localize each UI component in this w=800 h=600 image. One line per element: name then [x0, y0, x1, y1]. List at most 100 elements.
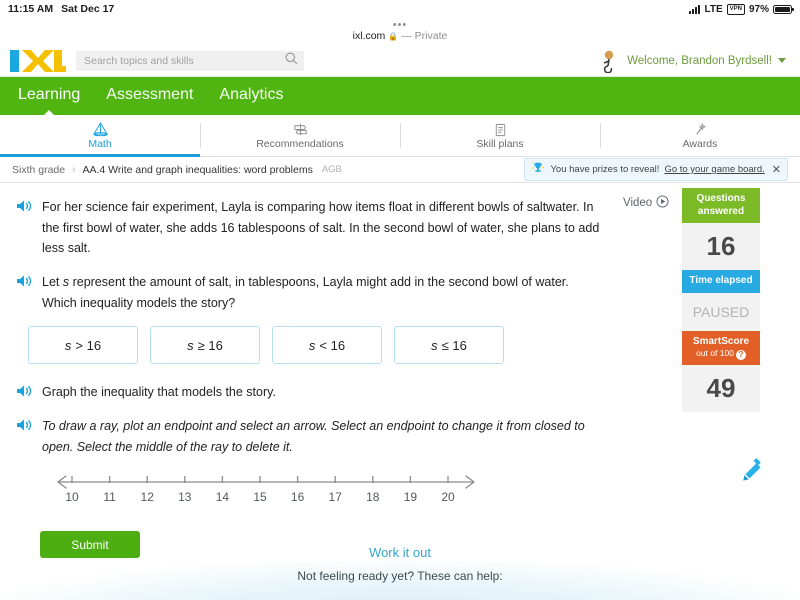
number-line-tick-label: 17 — [329, 490, 343, 504]
graph-prompt-row: Graph the inequality that models the sto… — [16, 382, 602, 403]
award-sparkle-icon — [693, 121, 708, 137]
pencil-icon[interactable] — [740, 458, 766, 489]
time-elapsed-header: Time elapsed — [682, 270, 760, 293]
choice-2-var: s — [187, 337, 194, 353]
answer-choice-1[interactable]: s > 16 — [28, 326, 138, 365]
tab-math-label: Math — [88, 138, 112, 150]
nav-item-learning[interactable]: Learning — [18, 86, 80, 106]
speaker-icon[interactable] — [16, 416, 33, 457]
smartscore-subtitle: out of 100? — [684, 348, 758, 360]
private-label: — Private — [401, 30, 448, 42]
score-rail: Video Questions answered 16 Time elapsed… — [618, 183, 800, 481]
play-circle-icon[interactable] — [656, 195, 669, 211]
nav-item-analytics[interactable]: Analytics — [219, 86, 283, 106]
video-link[interactable]: Video — [623, 195, 669, 211]
number-line-tick-label: 14 — [216, 490, 230, 504]
choice-1-var: s — [64, 337, 72, 353]
ray-instructions-text: To draw a ray, plot an endpoint and sele… — [42, 419, 585, 454]
prize-banner: You have prizes to reveal! Go to your ga… — [524, 158, 788, 181]
main-content: For her science fair experiment, Layla i… — [0, 183, 800, 559]
search-input[interactable] — [76, 50, 304, 71]
search-icon[interactable] — [285, 52, 298, 70]
welcome-label: Welcome, Brandon Byrdsell! — [627, 54, 772, 67]
smartscore-header: SmartScore out of 100? — [682, 330, 760, 365]
tab-recommendations-label: Recommendations — [256, 138, 344, 150]
battery-icon — [773, 4, 794, 14]
status-time: 11:15 AM — [8, 3, 54, 15]
work-it-out-section: Work it out Not feeling ready yet? These… — [0, 538, 800, 600]
user-menu[interactable]: Welcome, Brandon Byrdsell! — [597, 49, 790, 74]
choice-1-value: 16 — [86, 337, 102, 353]
signpost-icon — [293, 121, 308, 137]
vpn-badge-icon: VPN — [726, 3, 745, 15]
game-board-link[interactable]: Go to your game board. — [664, 164, 764, 175]
speaker-icon[interactable] — [16, 197, 33, 259]
number-line-tick-label: 11 — [103, 490, 116, 504]
signal-bars-icon — [689, 4, 701, 14]
url-domain: ixl.com — [352, 30, 386, 42]
work-it-out-subheading: Not feeling ready yet? These can help: — [297, 569, 503, 583]
trophy-icon — [531, 161, 545, 178]
choice-4-value: 16 — [452, 337, 467, 353]
choice-3-var: s — [308, 337, 316, 353]
nav-item-assessment[interactable]: Assessment — [106, 86, 193, 106]
status-date: Sat Dec 17 — [61, 3, 115, 15]
q2-pre: Let — [42, 274, 63, 289]
search-box[interactable] — [76, 50, 304, 71]
answer-choice-2[interactable]: s ≥ 16 — [150, 326, 260, 365]
tab-skill-plans[interactable]: Skill plans — [400, 115, 600, 156]
primary-nav: Learning Assessment Analytics — [0, 77, 800, 115]
tab-awards[interactable]: Awards — [600, 115, 800, 156]
tab-dots-indicator: ••• — [392, 19, 408, 31]
battery-percent: 97% — [748, 3, 769, 15]
work-it-out-heading: Work it out — [369, 545, 431, 560]
smartscore-subtitle-text: out of 100 — [696, 348, 734, 358]
tab-math[interactable]: Math — [0, 115, 200, 157]
tab-recommendations[interactable]: Recommendations — [200, 115, 400, 156]
avatar — [597, 49, 621, 74]
number-line-tick-label: 10 — [65, 490, 79, 504]
lock-icon: 🔒 — [388, 31, 399, 41]
choice-2-value: 16 — [208, 337, 223, 353]
speaker-icon[interactable] — [16, 382, 33, 403]
questions-answered-value: 16 — [682, 223, 760, 270]
choice-3-op: < — [319, 337, 327, 353]
close-icon[interactable]: ✕ — [772, 163, 781, 176]
choice-3-value: 16 — [330, 337, 346, 353]
question-text-2: Let s represent the amount of salt, in t… — [42, 272, 602, 313]
prize-banner-text: You have prizes to reveal! — [550, 164, 660, 175]
breadcrumb-skill: AA.4 Write and graph inequalities: word … — [82, 163, 313, 176]
breadcrumb-skill-code: AGB — [321, 164, 342, 175]
site-header: Welcome, Brandon Byrdsell! — [0, 45, 800, 77]
number-line-tick-label: 19 — [404, 490, 418, 504]
answer-choices: s > 16 s ≥ 16 s < 16 s ≤ 16 — [28, 326, 602, 365]
tab-awards-label: Awards — [682, 138, 718, 150]
answer-choice-3[interactable]: s < 16 — [272, 326, 382, 365]
browser-url-bar[interactable]: ••• ixl.com 🔒 — Private — [0, 18, 800, 45]
question-paragraph-2: Let s represent the amount of salt, in t… — [16, 272, 602, 313]
number-line[interactable]: 10 11 12 13 14 15 16 17 18 19 20 — [40, 470, 510, 517]
number-line-tick-label: 16 — [291, 490, 305, 504]
subject-tabs: Math Recommendations Skill plans Awards — [0, 115, 800, 157]
answer-choice-4[interactable]: s ≤ 16 — [394, 326, 504, 365]
choice-4-var: s — [431, 337, 438, 353]
graph-prompt-text: Graph the inequality that models the sto… — [42, 385, 276, 400]
help-icon[interactable]: ? — [735, 350, 746, 360]
question-column: For her science fair experiment, Layla i… — [0, 183, 618, 559]
smartscore-title: SmartScore — [692, 335, 750, 347]
tab-skill-plans-label: Skill plans — [476, 138, 524, 150]
chevron-down-icon[interactable] — [778, 58, 786, 63]
ray-instructions-row: To draw a ray, plot an endpoint and sele… — [16, 416, 602, 457]
speaker-icon[interactable] — [16, 272, 33, 313]
ixl-logo[interactable] — [10, 49, 66, 72]
number-line-tick-label: 15 — [253, 490, 267, 504]
question-paragraph-1: For her science fair experiment, Layla i… — [16, 197, 602, 259]
network-label: LTE — [704, 3, 723, 15]
choice-2-op: ≥ — [197, 337, 205, 353]
choice-4-op: ≤ — [441, 337, 449, 353]
math-pyramid-icon — [92, 121, 108, 137]
status-bar-right: LTE VPN 97% — [689, 3, 794, 15]
url-text[interactable]: ixl.com 🔒 — Private — [353, 30, 448, 42]
breadcrumb-grade[interactable]: Sixth grade — [12, 164, 65, 176]
q2-post: represent the amount of salt, in tablesp… — [42, 274, 569, 310]
